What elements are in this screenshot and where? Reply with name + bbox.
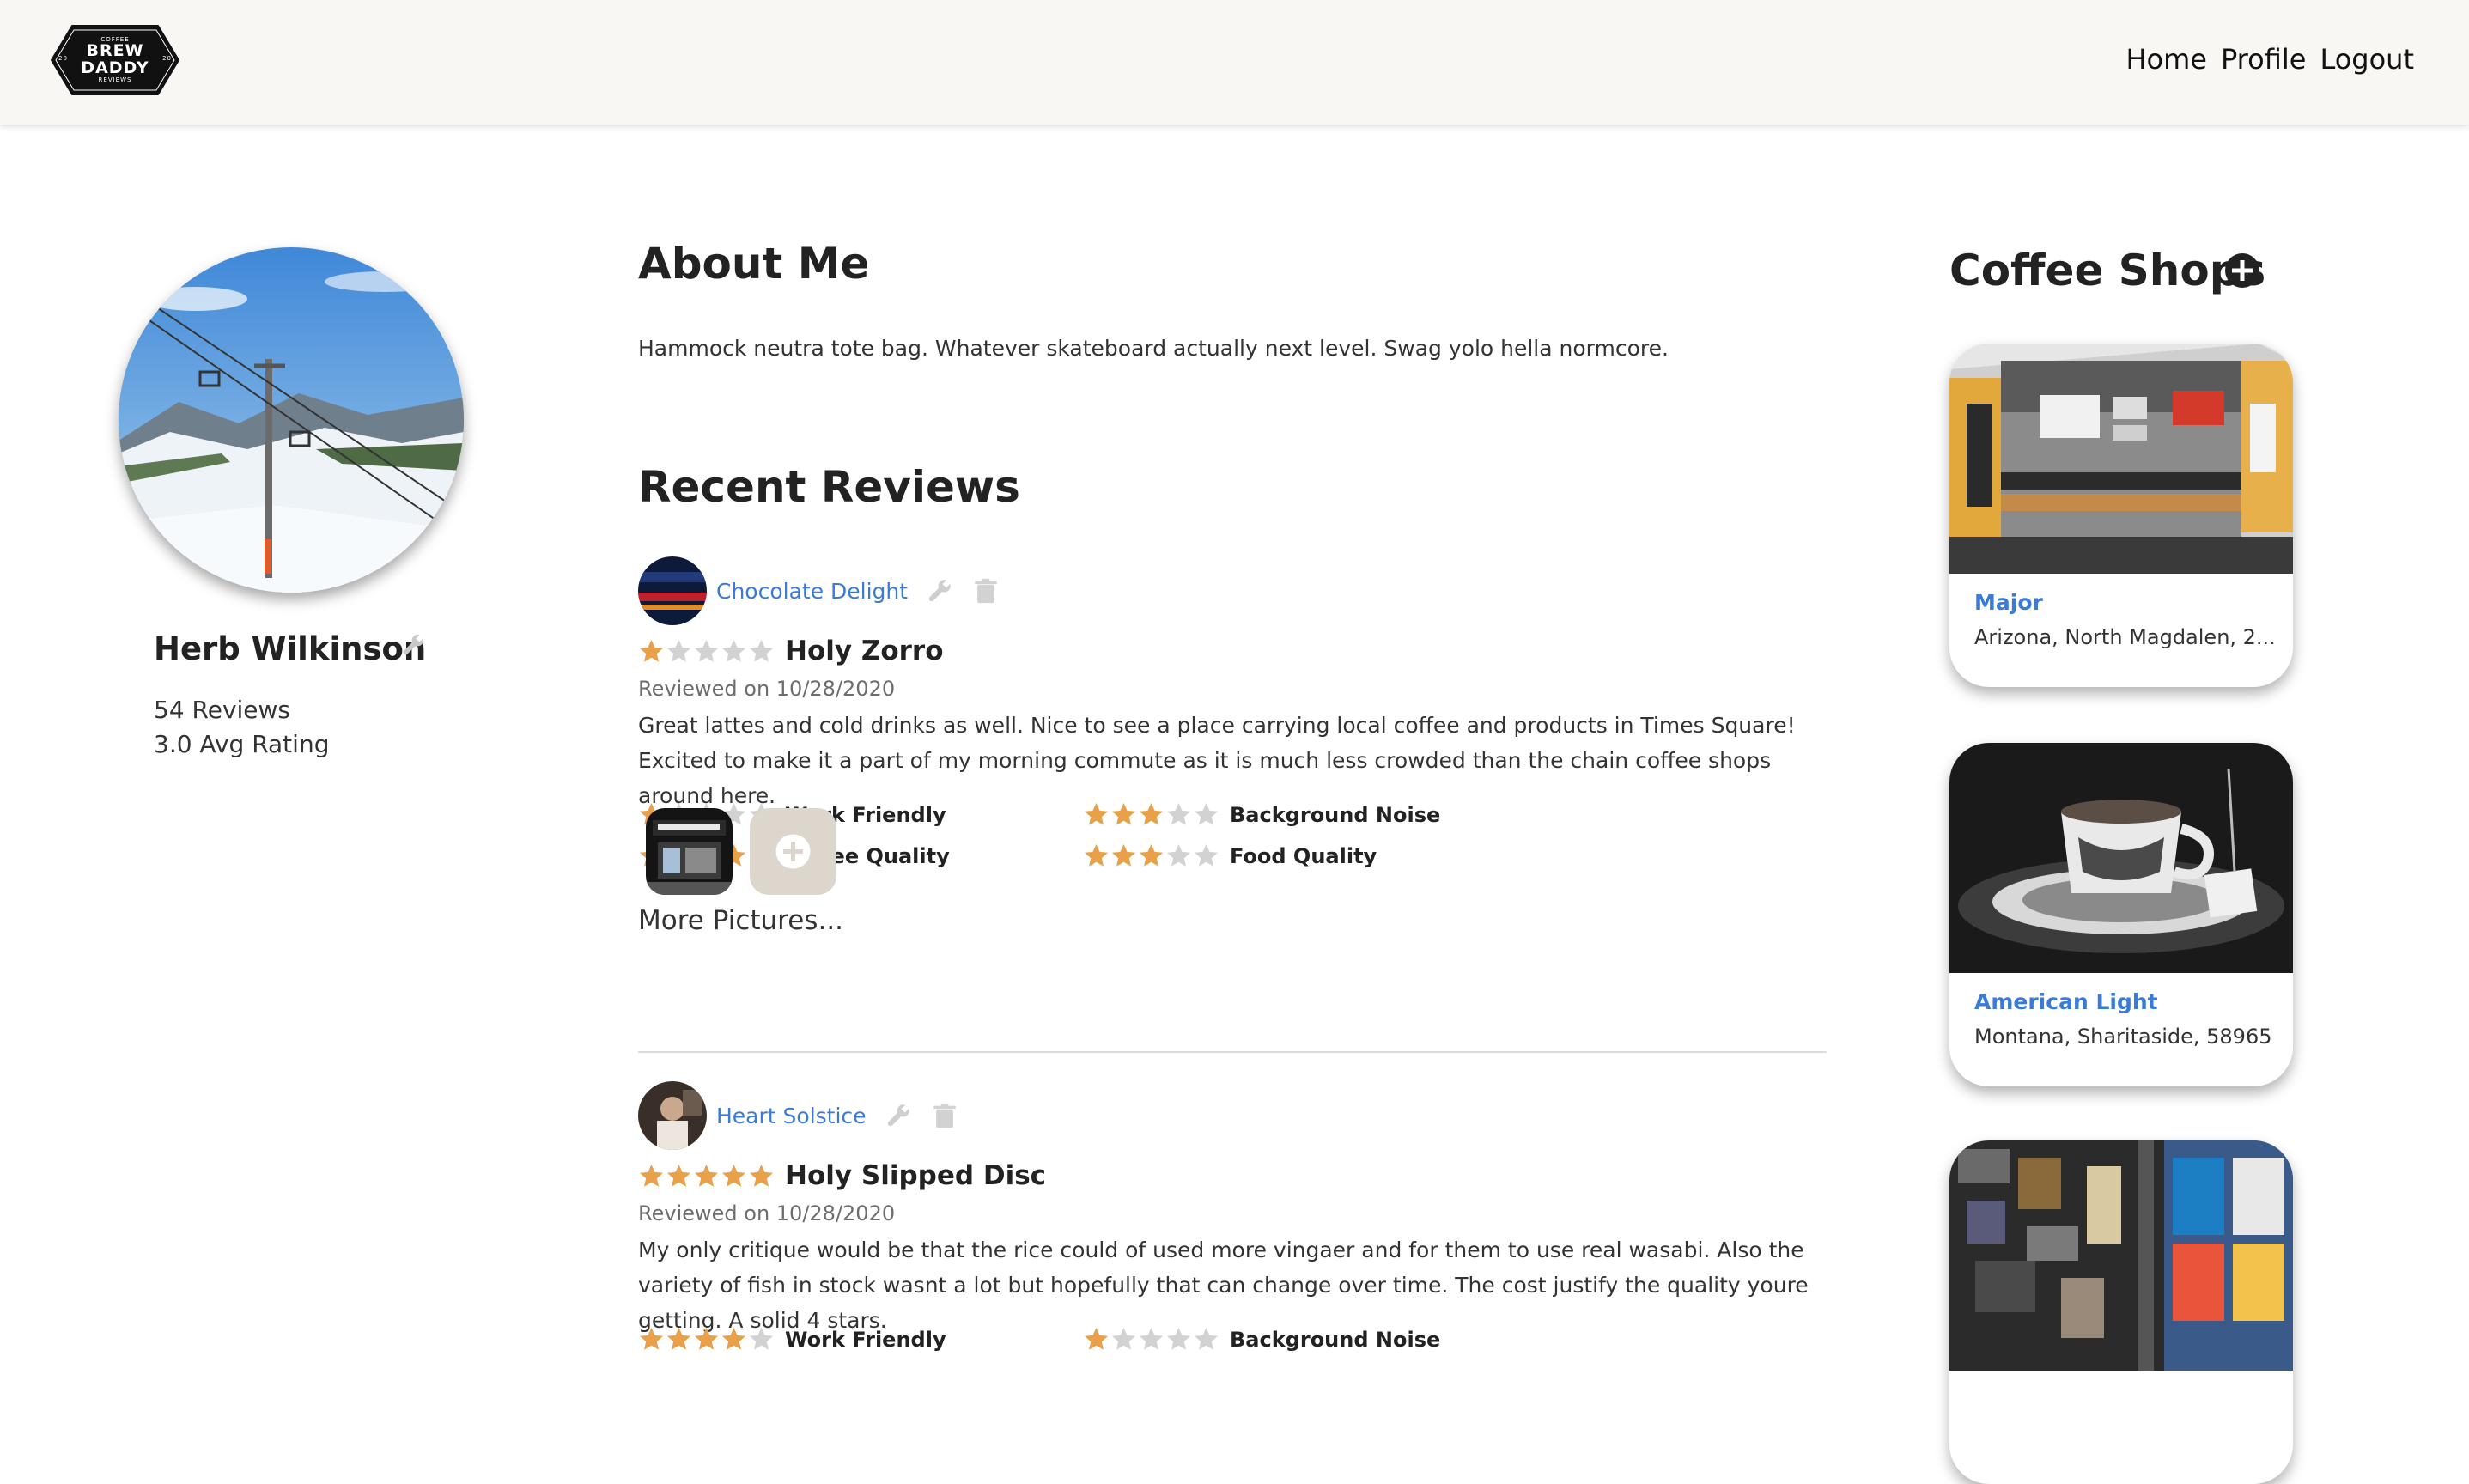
star-filled-icon [639, 1327, 664, 1350]
main-nav: Home Profile Logout [2125, 43, 2414, 76]
review-rating-stars [638, 638, 775, 665]
coffee-shop-card[interactable]: American Light Montana, Sharitaside, 589… [1949, 743, 2293, 1086]
star-filled-icon [1084, 1327, 1109, 1350]
shop-name-link[interactable]: Major [1974, 590, 2043, 615]
shop-thumbnail[interactable] [638, 1081, 707, 1150]
star-empty-icon [1194, 1327, 1219, 1350]
star-filled-icon [1084, 802, 1109, 825]
nav-profile-link[interactable]: Profile [2221, 43, 2307, 76]
about-text: Hammock neutra tote bag. Whatever skateb… [638, 336, 1669, 361]
review-title: Holy Zorro [785, 636, 944, 666]
shop-thumbnail[interactable] [638, 556, 707, 625]
star-empty-icon [721, 639, 746, 662]
category-label: Work Friendly [785, 1327, 946, 1352]
nav-logout-link[interactable]: Logout [2320, 43, 2414, 76]
review-body: Great lattes and cold drinks as well. Ni… [638, 713, 1796, 808]
brew-daddy-logo[interactable]: COFFEE BREW DADDY REVIEWS 20 20 [50, 22, 180, 98]
star-empty-icon [1166, 843, 1191, 867]
star-empty-icon [1166, 1327, 1191, 1350]
star-filled-icon [694, 1164, 719, 1187]
star-empty-icon [694, 639, 719, 662]
star-filled-icon [694, 1327, 719, 1350]
edit-review-wrench-icon[interactable] [884, 1101, 913, 1130]
star-empty-icon [1194, 843, 1219, 867]
category-stars [1083, 1326, 1219, 1353]
logo-line2: DADDY [81, 58, 149, 77]
star-empty-icon [749, 1327, 774, 1350]
nav-home-link[interactable]: Home [2125, 43, 2207, 76]
category-rating: Food Quality [1083, 842, 1377, 869]
profile-avatar [119, 247, 464, 593]
top-nav-bar: COFFEE BREW DADDY REVIEWS 20 20 Home Pro… [0, 0, 2469, 125]
star-filled-icon [721, 1164, 746, 1187]
wrench-icon[interactable] [399, 631, 427, 659]
logo-bottom-text: REVIEWS [98, 76, 132, 83]
star-filled-icon [666, 1164, 691, 1187]
shop-location: Montana, Sharitaside, 58965 [1974, 1025, 2272, 1049]
star-empty-icon [1166, 802, 1191, 825]
review-rating-stars [638, 1163, 775, 1189]
review-card: Chocolate Delight Holy Zorro Reviewed on… [638, 556, 1827, 1037]
star-empty-icon [1111, 1327, 1136, 1350]
add-photo-button[interactable] [750, 808, 836, 895]
star-filled-icon [1139, 843, 1164, 867]
review-date: Reviewed on 10/28/2020 [638, 1201, 896, 1226]
logo-line1: BREW [86, 41, 144, 61]
recent-reviews-title: Recent Reviews [638, 462, 1020, 512]
star-filled-icon [749, 1164, 774, 1187]
shop-photo [1949, 344, 2293, 574]
delete-review-trash-icon[interactable] [930, 1101, 959, 1130]
coffee-shop-card[interactable]: Major Arizona, North Magdalen, 2... [1949, 344, 2293, 687]
profile-name: Herb Wilkinson [154, 630, 427, 667]
category-rating: Background Noise [1083, 1326, 1440, 1353]
review-body: My only critique would be that the rice … [638, 1238, 1809, 1333]
star-filled-icon [639, 1164, 664, 1187]
star-filled-icon [1139, 802, 1164, 825]
star-empty-icon [1194, 802, 1219, 825]
more-pictures-link[interactable]: More Pictures... [638, 905, 843, 936]
logo-left-text: 20 [58, 55, 68, 62]
edit-review-wrench-icon[interactable] [925, 576, 954, 605]
about-title: About Me [638, 239, 870, 289]
category-label: Background Noise [1230, 802, 1441, 827]
category-label: Food Quality [1230, 843, 1377, 868]
category-rating: Work Friendly [638, 1326, 946, 1353]
profile-reviews-count: 54 Reviews [154, 696, 291, 724]
star-filled-icon [1111, 802, 1136, 825]
star-filled-icon [1111, 843, 1136, 867]
review-card: Heart Solstice Holy Slipped Disc Reviewe… [638, 1081, 1827, 1353]
review-shop-link[interactable]: Heart Solstice [716, 1104, 867, 1128]
category-label: Background Noise [1230, 1327, 1441, 1352]
logo-right-text: 20 [162, 55, 172, 62]
star-filled-icon [1084, 843, 1109, 867]
review-shop-link[interactable]: Chocolate Delight [716, 579, 908, 604]
star-filled-icon [721, 1327, 746, 1350]
star-empty-icon [1139, 1327, 1164, 1350]
star-filled-icon [666, 1327, 691, 1350]
category-stars [1083, 801, 1219, 828]
profile-avg-rating: 3.0 Avg Rating [154, 730, 330, 758]
shop-name-link[interactable]: American Light [1974, 989, 2158, 1014]
shop-photo [1949, 743, 2293, 973]
category-stars [1083, 842, 1219, 869]
review-divider [638, 1051, 1827, 1053]
review-photo-thumbnail[interactable] [646, 808, 733, 895]
plus-circle-icon [775, 834, 811, 869]
review-date: Reviewed on 10/28/2020 [638, 677, 896, 701]
review-title: Holy Slipped Disc [785, 1160, 1047, 1191]
star-filled-icon [639, 639, 664, 662]
coffee-shops-title: Coffee Shops [1949, 246, 2266, 295]
shop-location: Arizona, North Magdalen, 2... [1974, 625, 2276, 649]
category-stars [638, 1326, 775, 1353]
add-shop-plus-circle-icon[interactable] [2224, 252, 2260, 289]
star-empty-icon [749, 639, 774, 662]
category-rating: Background Noise [1083, 801, 1440, 828]
shop-photo [1949, 1140, 2293, 1371]
delete-review-trash-icon[interactable] [971, 576, 1000, 605]
star-empty-icon [666, 639, 691, 662]
coffee-shop-card[interactable] [1949, 1140, 2293, 1484]
